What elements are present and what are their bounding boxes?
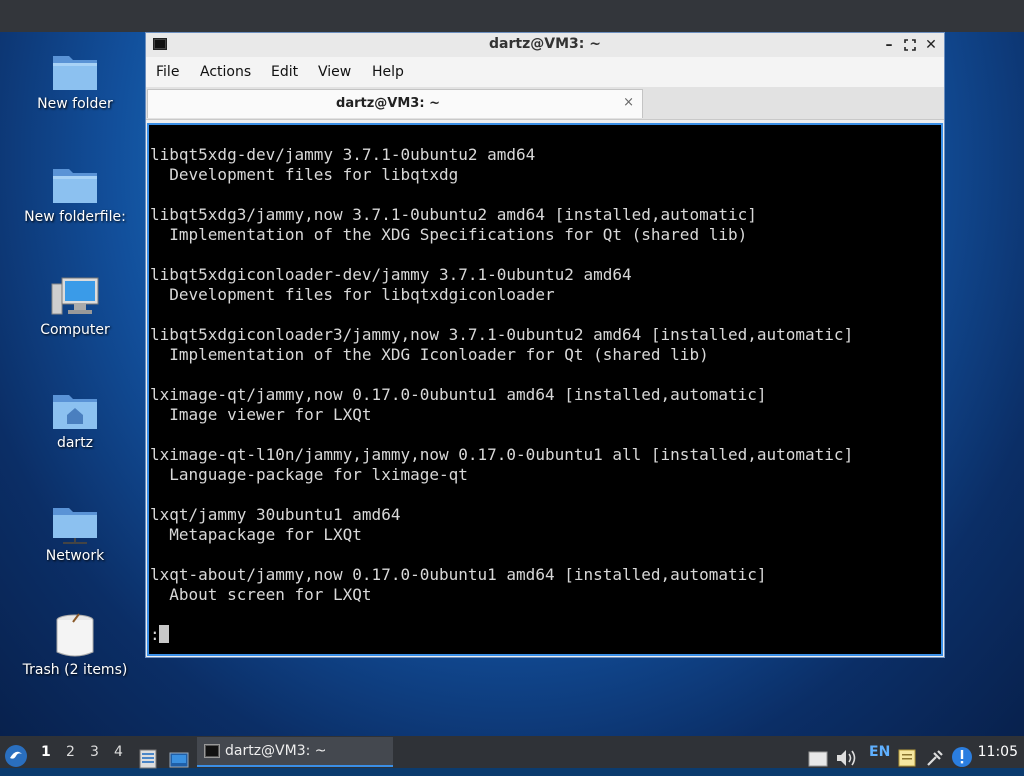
terminal-line: libqt5xdgiconloader-dev/jammy 3.7.1-0ubu… [150, 265, 632, 284]
terminal-line: libqt5xdg3/jammy,now 3.7.1-0ubuntu2 amd6… [150, 205, 757, 224]
close-button[interactable]: ✕ [922, 36, 940, 54]
window-titlebar[interactable]: dartz@VM3: ~ – ✕ [146, 33, 944, 57]
tab-label: dartz@VM3: ~ [336, 96, 440, 111]
menu-view[interactable]: View [318, 64, 351, 80]
network-tools-icon[interactable] [925, 742, 945, 774]
menu-help[interactable]: Help [372, 64, 404, 80]
desktop-icon-label: New folder [37, 96, 113, 112]
terminal-line: libqt5xdg-dev/jammy 3.7.1-0ubuntu2 amd64 [150, 145, 536, 164]
tab-close-icon[interactable]: × [623, 95, 634, 110]
network-folder-icon [53, 508, 97, 544]
desktop-icon-dartz[interactable]: dartz [5, 389, 145, 451]
terminal-icon [204, 744, 220, 758]
menu-edit[interactable]: Edit [271, 64, 298, 80]
terminal-line: libqt5xdgiconloader3/jammy,now 3.7.1-0ub… [150, 325, 854, 344]
top-panel [0, 0, 1024, 32]
tab-terminal[interactable]: dartz@VM3: ~ × [147, 89, 643, 118]
terminal-line: lximage-qt-l10n/jammy,jammy,now 0.17.0-0… [150, 445, 854, 464]
workspace-4[interactable]: 4 [114, 744, 123, 760]
terminal-line: Development files for libqtxdgiconloader [150, 285, 555, 304]
terminal-line: Implementation of the XDG Specifications… [150, 225, 748, 244]
maximize-button[interactable] [901, 36, 919, 54]
start-menu-icon[interactable] [4, 740, 28, 772]
terminal-line: Language-package for lximage-qt [150, 465, 468, 484]
task-label: dartz@VM3: ~ [225, 743, 327, 759]
terminal-line: lxqt/jammy 30ubuntu1 amd64 [150, 505, 401, 524]
desktop-icon-new-folderfile[interactable]: New folderfile: [5, 163, 145, 225]
desktop-icon-label: Computer [40, 322, 110, 338]
maximize-icon [904, 39, 916, 51]
terminal-line: Development files for libqtxdg [150, 165, 459, 184]
workspace-1[interactable]: 1 [41, 744, 51, 760]
workspace-2[interactable]: 2 [66, 744, 75, 760]
desktop-icon-computer[interactable]: Computer [5, 276, 145, 338]
desktop-icon-label: Network [45, 548, 105, 564]
notification-icon[interactable] [951, 741, 973, 773]
desktop-icon-label: dartz [56, 435, 94, 451]
window-title: dartz@VM3: ~ [489, 36, 601, 52]
show-desktop-icon[interactable] [169, 744, 189, 776]
keyboard-layout-indicator[interactable]: EN [869, 744, 890, 760]
menu-file[interactable]: File [156, 64, 179, 80]
terminal-line: Implementation of the XDG Iconloader for… [150, 345, 709, 364]
volume-icon[interactable] [835, 742, 857, 774]
clock[interactable]: 11:05 [978, 744, 1018, 760]
terminal-line: lximage-qt/jammy,now 0.17.0-0ubuntu1 amd… [150, 385, 767, 404]
file-manager-icon[interactable] [139, 743, 157, 775]
text-cursor [159, 625, 169, 643]
notes-icon[interactable] [897, 742, 917, 774]
desktop-icon-trash[interactable]: Trash (2 items) [5, 612, 145, 678]
desktop-icon-new-folder[interactable]: New folder [5, 50, 145, 112]
folder-icon [53, 169, 97, 203]
menu-actions[interactable]: Actions [200, 64, 251, 80]
clipboard-icon[interactable] [808, 743, 828, 775]
desktop-icon-label: New folderfile: [24, 209, 126, 225]
terminal-line: About screen for LXQt [150, 585, 372, 604]
terminal-window: dartz@VM3: ~ – ✕ File Actions Edit View … [145, 32, 945, 658]
computer-icon [51, 277, 99, 315]
folder-icon [53, 56, 97, 90]
minimize-button[interactable]: – [880, 36, 898, 54]
terminal-line: Metapackage for LXQt [150, 525, 362, 544]
task-terminal[interactable]: dartz@VM3: ~ [197, 737, 393, 767]
workspace-3[interactable]: 3 [90, 744, 99, 760]
desktop-icon-label: Trash (2 items) [22, 662, 128, 678]
taskbar: 1 2 3 4 dartz@VM3: ~ EN 11:05 [0, 736, 1024, 769]
tab-bar: dartz@VM3: ~ × [146, 87, 944, 120]
trash-icon [56, 613, 94, 657]
menubar: File Actions Edit View Help [146, 57, 944, 87]
terminal-line: lxqt-about/jammy,now 0.17.0-0ubuntu1 amd… [150, 565, 767, 584]
terminal-output[interactable]: libqt5xdg-dev/jammy 3.7.1-0ubuntu2 amd64… [147, 123, 943, 656]
terminal-line: Image viewer for LXQt [150, 405, 372, 424]
home-folder-icon [53, 395, 97, 429]
desktop-icon-network[interactable]: Network [5, 502, 145, 564]
